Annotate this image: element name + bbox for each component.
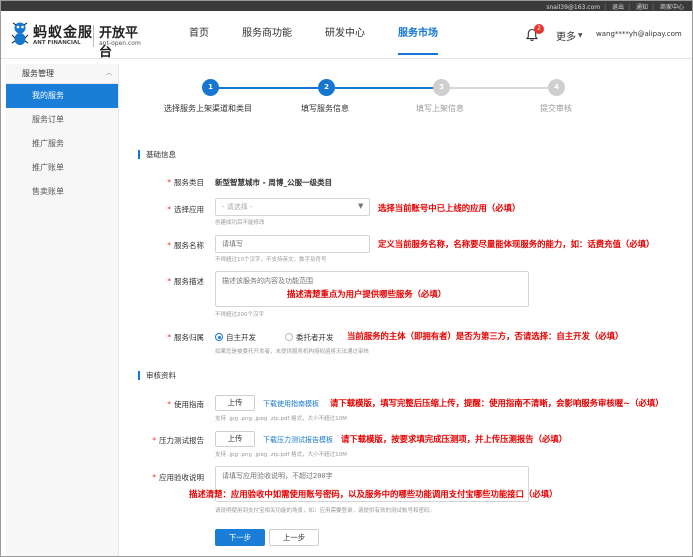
annotation-service-name: 定义当前服务名称，名称要尽量能体现服务的能力，如：话费充值（必填） xyxy=(378,239,655,249)
step-3-label: 填写上架信息 xyxy=(416,104,464,113)
step-connector xyxy=(450,87,557,89)
usage-guide-hint: 支持 .jpg .png .jpeg .zip.pdf 格式，大小不超过10M xyxy=(215,416,347,422)
app-hint: 创建成功后不能修改 xyxy=(215,220,265,226)
previous-step-button[interactable]: 上一步 xyxy=(269,529,319,546)
ant-logo-icon xyxy=(11,22,29,45)
field-label-description: * 服务描述 xyxy=(167,277,204,286)
radio-delegated[interactable] xyxy=(285,333,293,341)
next-step-button[interactable]: 下一步 xyxy=(215,529,265,546)
logo-divider xyxy=(93,25,94,47)
download-guide-template-link[interactable]: 下载使用指南模板 xyxy=(263,399,319,409)
logo[interactable]: 蚂蚁金服 ANT FINANCIAL 开放平台 ant-open.com xyxy=(9,19,149,60)
sidebar: 服务管理 ︿ 我的服务 服务订单 推广服务 推广账单 售卖账单 xyxy=(6,64,119,556)
annotation-stress-test: 请下载模版，按要求填完成压测项，并上传压测报告（必填） xyxy=(341,434,568,444)
app-select[interactable]: - 请选择 - xyxy=(215,198,370,216)
platform-url: ant-open.com xyxy=(99,40,141,47)
radio-self-developed[interactable] xyxy=(215,333,223,341)
radio-self-developed-label[interactable]: 自主开发 xyxy=(226,332,256,343)
nav-provider-features[interactable]: 服务商功能 xyxy=(242,11,292,59)
stress-test-hint: 支持 .jpg .png .jpeg .zip.pdf 格式，大小不超过10M xyxy=(215,452,347,458)
step-4-label: 提交审核 xyxy=(540,104,572,113)
chevron-down-icon: ▼ xyxy=(578,32,583,39)
chevron-up-icon: ︿ xyxy=(105,70,112,77)
sidebar-group-service-management[interactable]: 服务管理 ︿ xyxy=(6,64,118,84)
notification-badge: 2 xyxy=(534,24,544,34)
field-label-ownership: * 服务归属 xyxy=(167,333,204,342)
field-label-usage-guide: * 使用指南 xyxy=(167,400,204,409)
annotation-description: 描述清楚重点为用户提供哪些服务（必填） xyxy=(287,289,447,299)
field-label-app: * 选择应用 xyxy=(167,205,204,214)
annotation-acceptance: 描述清楚：应用验收中如需使用账号密码，以及服务中的哪些功能调用支付宝哪些功能接口… xyxy=(189,489,558,499)
step-1-circle: 1 xyxy=(202,79,219,96)
sidebar-item-promotion-bills[interactable]: 推广账单 xyxy=(6,156,118,180)
annotation-usage-guide: 请下载模版，填写完整后压缩上传，提醒：使用指南不清晰，会影响服务审核喔~（必填） xyxy=(330,398,664,408)
more-menu[interactable]: 更多 xyxy=(556,28,576,43)
logout-link[interactable]: 退出 xyxy=(612,4,624,11)
acceptance-hint: 请说明使用到支付宝相关功能的场景，如：应用需要登录，请提供有效的测试帐号和密码。 xyxy=(215,508,436,514)
step-2-circle: 2 xyxy=(318,79,335,96)
radio-delegated-label[interactable]: 委托者开发 xyxy=(296,332,334,343)
notice-link[interactable]: 通知 xyxy=(636,4,648,11)
step-connector xyxy=(218,87,325,89)
step-connector xyxy=(335,87,442,89)
header: 蚂蚁金服 ANT FINANCIAL 开放平台 ant-open.com 首页 … xyxy=(1,11,692,60)
field-label-acceptance: * 应用验收说明 xyxy=(152,473,204,482)
merchant-center-link[interactable]: 商家中心 xyxy=(660,4,684,11)
chevron-down-icon: ▼ xyxy=(358,202,364,210)
step-2-label: 填写服务信息 xyxy=(301,104,349,113)
upload-stress-report-button[interactable]: 上传 xyxy=(215,431,255,447)
ownership-hint: 如果您是被委托开发者，未提供服务机构授权函将无法通过审核 xyxy=(215,349,370,355)
app-select-value: - 请选择 - xyxy=(222,203,253,211)
annotation-app: 选择当前账号中已上线的应用（必填） xyxy=(378,203,521,213)
account-email: snail39@163.com xyxy=(546,4,601,11)
field-label-stress-test: * 压力测试报告 xyxy=(152,436,204,445)
user-account[interactable]: wang****yh@alipay.com xyxy=(596,30,682,38)
sidebar-item-promote-service[interactable]: 推广服务 xyxy=(6,132,118,156)
section-title-audit-materials: 审核资料 xyxy=(138,371,176,380)
sidebar-item-sales-bills[interactable]: 售卖账单 xyxy=(6,180,118,204)
step-4-circle: 4 xyxy=(548,79,565,96)
nav-service-market[interactable]: 服务市场 xyxy=(398,11,438,59)
service-name-hint: 不得超过10个汉字，不支持英文、数字及符号 xyxy=(215,257,327,263)
page-frame: snail39@163.com | 退出 | 通知 | 商家中心 蚂蚁金服 ANT F… xyxy=(0,0,693,557)
sidebar-item-my-services[interactable]: 我的服务 xyxy=(6,84,118,108)
download-stress-template-link[interactable]: 下载压力测试报告模板 xyxy=(263,435,333,445)
main-nav: 首页 服务商功能 研发中心 服务市场 xyxy=(189,11,471,59)
upload-guide-button[interactable]: 上传 xyxy=(215,395,255,411)
section-title-basic-info: 基础信息 xyxy=(138,150,176,159)
nav-dev-center[interactable]: 研发中心 xyxy=(325,11,365,59)
utility-links: snail39@163.com | 退出 | 通知 | 商家中心 xyxy=(546,4,684,11)
sidebar-item-service-orders[interactable]: 服务订单 xyxy=(6,108,118,132)
description-hint: 不得超过200个汉字 xyxy=(215,312,264,318)
field-label-category: * 服务类目 xyxy=(167,178,204,187)
category-value: 新型智慧城市 - 周博_公服一级类目 xyxy=(215,178,333,187)
field-label-service-name: * 服务名称 xyxy=(167,241,204,250)
brand-name-en: ANT FINANCIAL xyxy=(33,40,81,46)
nav-home[interactable]: 首页 xyxy=(189,11,209,59)
brand-name: 蚂蚁金服 xyxy=(33,25,93,41)
step-1-label: 选择服务上架渠道和类目 xyxy=(164,104,252,113)
annotation-ownership: 当前服务的主体（即拥有者）是否为第三方，否请选择：自主开发（必填） xyxy=(347,331,624,341)
service-name-input[interactable] xyxy=(215,235,370,253)
progress-steps: 1 2 3 4 选择服务上架渠道和类目 填写服务信息 填写上架信息 提交审核 xyxy=(126,79,686,119)
sidebar-group-label: 服务管理 xyxy=(22,69,54,78)
step-3-circle: 3 xyxy=(433,79,450,96)
top-utility-bar: snail39@163.com | 退出 | 通知 | 商家中心 xyxy=(1,1,692,11)
